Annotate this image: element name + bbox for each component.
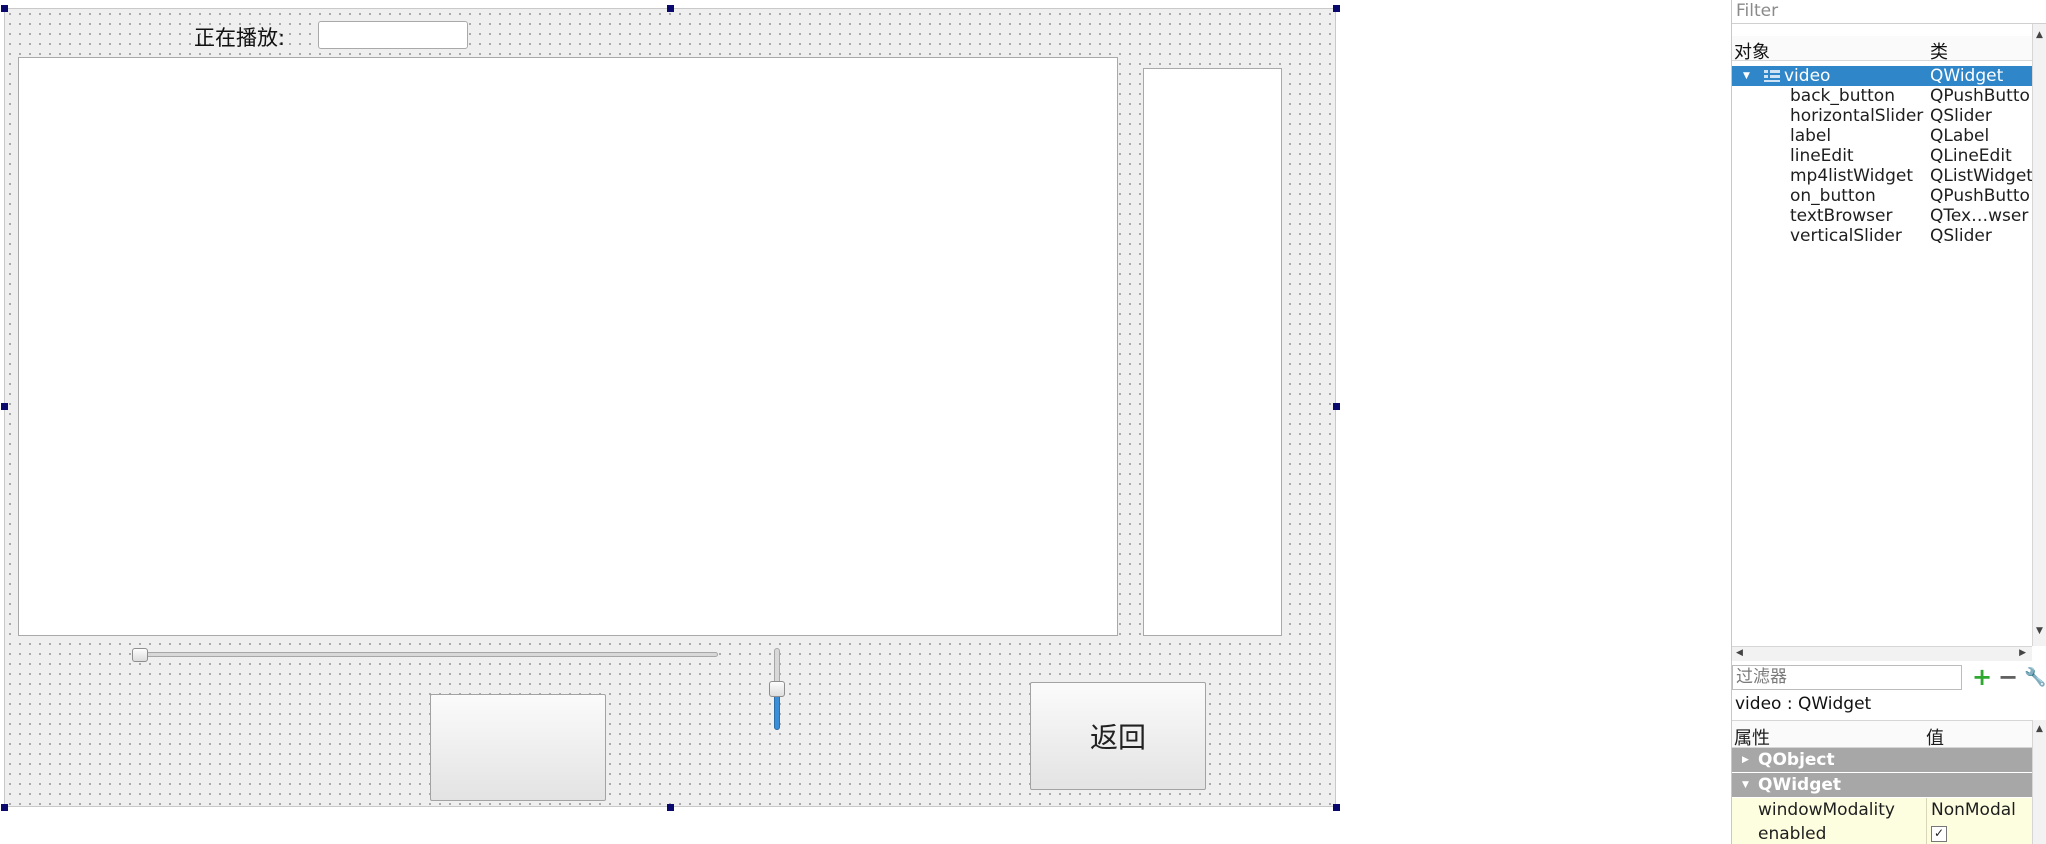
resize-handle-top-left[interactable] xyxy=(1,5,8,12)
prop-row-enabled[interactable]: enabled ✓ xyxy=(1732,822,2032,844)
tree-row-name: verticalSlider xyxy=(1790,226,1902,246)
scroll-up-arrow-icon[interactable]: ▲ xyxy=(2036,30,2043,40)
column-object-header[interactable]: 对象 xyxy=(1734,38,1770,64)
widget-layout-icon xyxy=(1764,70,1780,82)
scroll-up-arrow-icon[interactable]: ▲ xyxy=(2036,724,2043,734)
resize-handle-middle-right[interactable] xyxy=(1333,403,1340,410)
group-row-label: QWidget xyxy=(1758,775,1842,795)
tree-row-name: on_button xyxy=(1790,186,1876,206)
tree-row-class: QLineEdit xyxy=(1930,146,2012,166)
add-property-plus-icon[interactable]: + xyxy=(1972,665,1992,689)
tree-row-class: QTex…wser xyxy=(1930,206,2029,226)
object-filter-input[interactable]: Filter xyxy=(1732,0,2046,24)
object-tree-vertical-scrollbar[interactable]: ▲ ▼ xyxy=(2032,24,2046,646)
prop-key: enabled xyxy=(1758,824,1827,844)
tree-row-class: QPushButto xyxy=(1930,86,2030,106)
tree-row-class: QListWidget xyxy=(1930,166,2033,186)
tree-row-class: QPushButto xyxy=(1930,186,2030,206)
on-button[interactable] xyxy=(430,694,606,801)
group-row-qwidget[interactable]: ▼ QWidget xyxy=(1732,773,2032,797)
prop-row-window-modality[interactable]: windowModality NonModal xyxy=(1732,798,2032,823)
column-value-header[interactable]: 值 xyxy=(1926,724,1944,750)
resize-handle-bottom-middle[interactable] xyxy=(667,804,674,811)
configure-wrench-icon[interactable]: 🔧 xyxy=(2024,667,2046,688)
text-browser-video-area[interactable] xyxy=(18,57,1118,636)
group-row-qobject[interactable]: ▶ QObject xyxy=(1732,748,2032,772)
tree-row-name: lineEdit xyxy=(1790,146,1854,166)
now-playing-label: 正在播放: xyxy=(194,26,286,50)
group-row-label: QObject xyxy=(1758,750,1835,770)
object-tree-horizontal-scrollbar[interactable]: ◀ ▶ xyxy=(1732,646,2032,661)
tree-row-class: QLabel xyxy=(1930,126,1990,146)
collapse-arrow-icon[interactable]: ▼ xyxy=(1743,66,1750,86)
resize-handle-bottom-right[interactable] xyxy=(1333,804,1340,811)
tree-row-name: horizontalSlider xyxy=(1790,106,1924,126)
scroll-left-arrow-icon[interactable]: ◀ xyxy=(1736,648,1743,658)
tree-row-name: label xyxy=(1790,126,1832,146)
scroll-right-arrow-icon[interactable]: ▶ xyxy=(2019,648,2026,658)
tree-row-name: back_button xyxy=(1790,86,1895,106)
scroll-down-arrow-icon[interactable]: ▼ xyxy=(2036,626,2043,636)
tree-row-mp4-list-widget[interactable]: mp4listWidget QListWidget xyxy=(1732,166,2033,186)
tree-row-name: textBrowser xyxy=(1790,206,1893,226)
mp4-list-widget[interactable] xyxy=(1143,68,1282,636)
tree-row-back-button[interactable]: back_button QPushButto xyxy=(1732,86,2032,106)
remove-property-minus-icon[interactable]: − xyxy=(1998,665,2018,689)
tree-row-video[interactable]: ▼ video QWidget xyxy=(1732,66,2032,86)
tree-row-class: QSlider xyxy=(1930,106,1992,126)
resize-handle-top-middle[interactable] xyxy=(667,5,674,12)
object-tree-header: 对象 类 xyxy=(1732,36,2032,64)
property-editor-vertical-scrollbar[interactable]: ▲ xyxy=(2032,720,2046,844)
selected-object-class-line: video : QWidget xyxy=(1735,694,1872,714)
resize-handle-middle-left[interactable] xyxy=(1,403,8,410)
tree-row-line-edit[interactable]: lineEdit QLineEdit xyxy=(1732,146,2032,166)
vertical-slider-handle[interactable] xyxy=(769,681,785,697)
property-filter-input[interactable]: 过滤器 xyxy=(1732,665,1962,690)
prop-key: windowModality xyxy=(1758,800,1895,820)
horizontal-slider-groove[interactable] xyxy=(134,652,718,657)
prop-value-cell: ✓ xyxy=(1926,822,1947,844)
now-playing-line-edit[interactable] xyxy=(318,21,468,49)
resize-handle-bottom-left[interactable] xyxy=(1,804,8,811)
tree-row-vertical-slider[interactable]: verticalSlider QSlider xyxy=(1732,226,2032,246)
tree-row-text-browser[interactable]: textBrowser QTex…wser xyxy=(1732,206,2032,226)
tree-row-class: QWidget xyxy=(1930,66,2004,86)
resize-handle-top-right[interactable] xyxy=(1333,5,1340,12)
horizontal-slider-handle[interactable] xyxy=(132,648,148,662)
tree-row-label[interactable]: label QLabel xyxy=(1732,126,2032,146)
prop-value[interactable]: NonModal xyxy=(1926,798,2016,822)
tree-row-name: mp4listWidget xyxy=(1790,166,1914,186)
collapse-arrow-icon[interactable]: ▼ xyxy=(1742,773,1749,797)
property-table-header: 属性 值 xyxy=(1732,720,2032,750)
expand-arrow-icon[interactable]: ▶ xyxy=(1742,748,1749,772)
tree-row-class: QSlider xyxy=(1930,226,1992,246)
back-button[interactable]: 返回 xyxy=(1030,682,1206,790)
column-property-header[interactable]: 属性 xyxy=(1734,724,1770,750)
column-class-header[interactable]: 类 xyxy=(1930,38,1948,64)
tree-row-horizontal-slider[interactable]: horizontalSlider QSlider xyxy=(1732,106,2032,126)
tree-row-name: video xyxy=(1784,66,1831,86)
enabled-checkbox[interactable]: ✓ xyxy=(1931,826,1947,842)
tree-row-on-button[interactable]: on_button QPushButto xyxy=(1732,186,2032,206)
object-inspector-panel: Filter 对象 类 ▼ video QWidget back_button … xyxy=(1731,0,2046,844)
